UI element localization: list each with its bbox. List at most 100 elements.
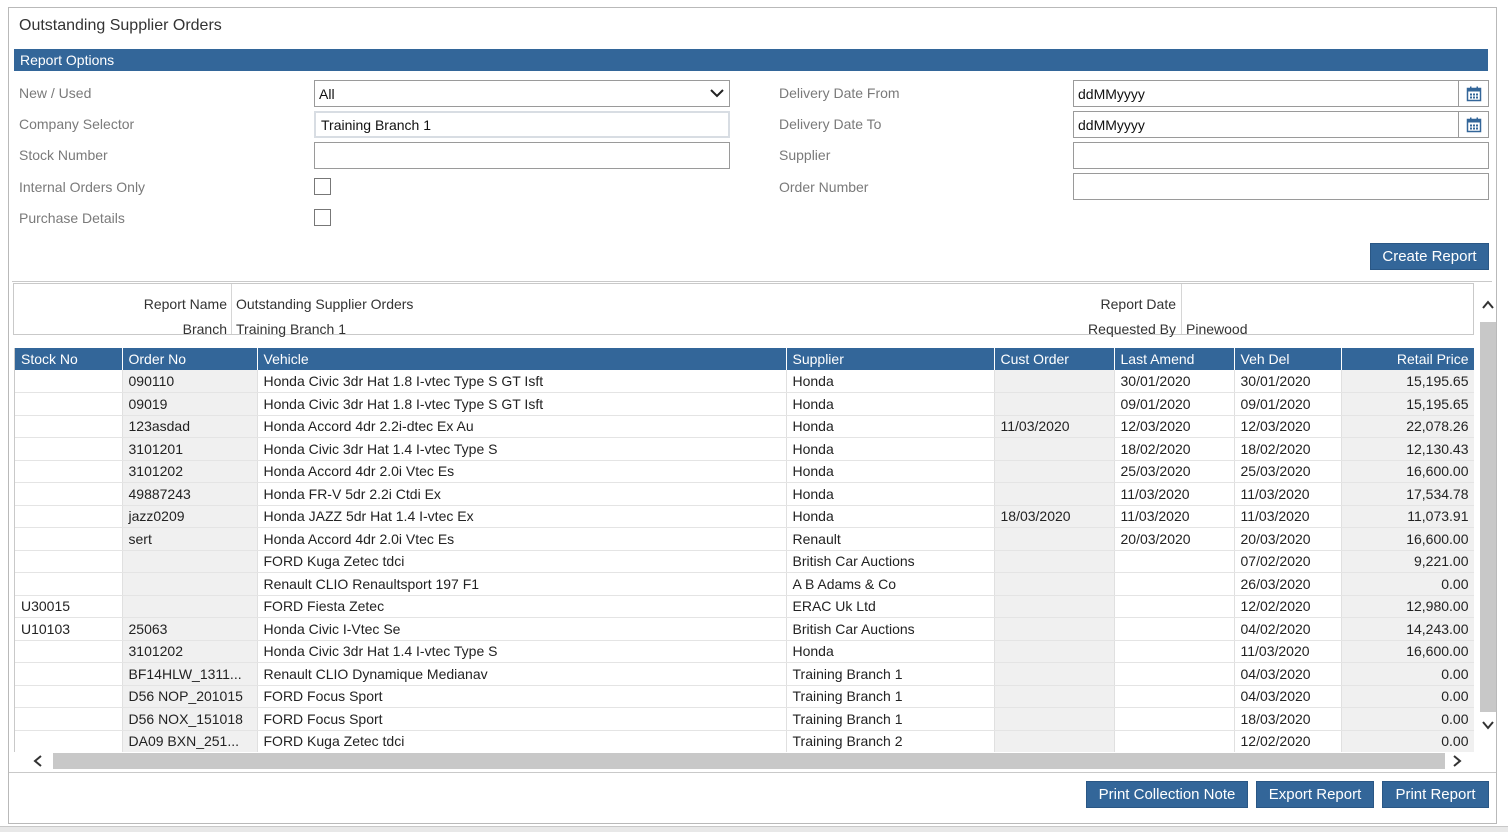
cell-last-amend: 30/01/2020: [1114, 370, 1235, 393]
column-header-cust-order[interactable]: Cust Order: [994, 348, 1115, 370]
scroll-right-icon[interactable]: [1450, 754, 1464, 768]
new-used-label: New / Used: [19, 85, 92, 101]
column-header-retail-price[interactable]: Retail Price: [1341, 348, 1474, 370]
column-header-last-amend[interactable]: Last Amend: [1114, 348, 1235, 370]
cell-last-amend: [1114, 662, 1235, 686]
cell-vehicle: Honda Accord 4dr 2.2i-dtec Ex Au: [257, 415, 787, 438]
cell-order-no: 123asdad: [122, 415, 258, 438]
cell-veh-del: 18/03/2020: [1234, 707, 1342, 731]
cell-veh-del: 30/01/2020: [1234, 370, 1342, 393]
cell-order-no: 09019: [122, 392, 258, 416]
delivery-date-from-input[interactable]: ddMMyyyy: [1073, 80, 1489, 107]
cell-order-no: [122, 595, 258, 618]
cell-cust-order: [994, 527, 1115, 551]
table-row[interactable]: DA09 BXN_251... FORD Kuga Zetec tdci Train…: [15, 730, 1474, 752]
create-report-button[interactable]: Create Report: [1370, 243, 1489, 270]
table-row[interactable]: U10103 25063 Honda Civic I-Vtec Se British …: [15, 617, 1474, 641]
calendar-icon[interactable]: [1458, 112, 1488, 137]
cell-cust-order: [994, 460, 1115, 483]
cell-last-amend: [1114, 685, 1235, 708]
table-row[interactable]: D56 NOP_201015 FORD Focus Sport Training B…: [15, 685, 1474, 708]
cell-supplier: Honda: [786, 505, 995, 528]
column-header-vehicle[interactable]: Vehicle: [257, 348, 787, 370]
cell-supplier: British Car Auctions: [786, 550, 995, 573]
print-collection-note-button[interactable]: Print Collection Note: [1086, 781, 1248, 808]
table-row[interactable]: BF14HLW_1311... Renault CLIO Dynamique Me…: [15, 662, 1474, 686]
cell-supplier: Honda: [786, 370, 995, 393]
cell-cust-order: [994, 572, 1115, 596]
cell-veh-del: 11/03/2020: [1234, 482, 1342, 506]
orders-table-container[interactable]: Stock No Order No Vehicle Supplier Cust …: [14, 348, 1474, 752]
cell-order-no: [122, 550, 258, 573]
table-row[interactable]: sert Honda Accord 4dr 2.0i Vtec Es Renault…: [15, 527, 1474, 551]
table-row[interactable]: jazz0209 Honda JAZZ 5dr Hat 1.4 I-vtec Ex…: [15, 505, 1474, 528]
table-row[interactable]: 49887243 Honda FR-V 5dr 2.2i Ctdi Ex Honda…: [15, 482, 1474, 506]
table-row[interactable]: 3101201 Honda Civic 3dr Hat 1.4 I-vtec Ty…: [15, 437, 1474, 461]
scroll-left-icon[interactable]: [31, 754, 45, 768]
delivery-date-to-value: ddMMyyyy: [1078, 117, 1145, 133]
cell-last-amend: 20/03/2020: [1114, 527, 1235, 551]
cell-order-no: 3101202: [122, 640, 258, 663]
cell-last-amend: 11/03/2020: [1114, 482, 1235, 506]
table-row[interactable]: 3101202 Honda Civic 3dr Hat 1.4 I-vtec Ty…: [15, 640, 1474, 663]
internal-orders-checkbox[interactable]: [314, 178, 331, 195]
cell-stock-no: [15, 437, 123, 461]
cell-last-amend: [1114, 617, 1235, 641]
table-row[interactable]: 123asdad Honda Accord 4dr 2.2i-dtec Ex Au…: [15, 415, 1474, 438]
table-row[interactable]: 09019 Honda Civic 3dr Hat 1.8 I-vtec Type…: [15, 392, 1474, 416]
cell-veh-del: 25/03/2020: [1234, 460, 1342, 483]
cell-vehicle: Honda Accord 4dr 2.0i Vtec Es: [257, 460, 787, 483]
cell-supplier: Training Branch 2: [786, 730, 995, 752]
cell-retail-price: 15,195.65: [1341, 392, 1474, 416]
calendar-icon[interactable]: [1458, 81, 1488, 106]
cell-vehicle: Honda Civic 3dr Hat 1.4 I-vtec Type S: [257, 437, 787, 461]
cell-retail-price: 0.00: [1341, 685, 1474, 708]
supplier-input[interactable]: [1073, 142, 1489, 169]
column-header-stock-no[interactable]: Stock No: [15, 348, 123, 370]
cell-supplier: Honda: [786, 640, 995, 663]
export-report-button[interactable]: Export Report: [1256, 781, 1374, 808]
cell-veh-del: 12/02/2020: [1234, 730, 1342, 752]
cell-stock-no: [15, 392, 123, 416]
column-header-order-no[interactable]: Order No: [122, 348, 258, 370]
vertical-scroll-thumb[interactable]: [1480, 322, 1496, 712]
column-header-supplier[interactable]: Supplier: [786, 348, 995, 370]
company-selector-label: Company Selector: [19, 116, 135, 132]
vertical-scrollbar[interactable]: [1479, 294, 1497, 740]
table-row[interactable]: FORD Kuga Zetec tdci British Car Auctions…: [15, 550, 1474, 573]
cell-order-no: 3101201: [122, 437, 258, 461]
cell-vehicle: Renault CLIO Dynamique Medianav: [257, 662, 787, 686]
horizontal-scroll-thumb[interactable]: [53, 753, 1445, 769]
column-header-veh-del[interactable]: Veh Del: [1234, 348, 1342, 370]
cell-veh-del: 12/03/2020: [1234, 415, 1342, 438]
table-body: 090110 Honda Civic 3dr Hat 1.8 I-vtec Typ…: [15, 370, 1474, 752]
cell-veh-del: 20/03/2020: [1234, 527, 1342, 551]
cell-order-no: BF14HLW_1311...: [122, 662, 258, 686]
table-row[interactable]: D56 NOX_151018 FORD Focus Sport Training B…: [15, 707, 1474, 731]
orders-table: Stock No Order No Vehicle Supplier Cust …: [15, 348, 1474, 752]
table-row[interactable]: 090110 Honda Civic 3dr Hat 1.8 I-vtec Typ…: [15, 370, 1474, 393]
cell-last-amend: 11/03/2020: [1114, 505, 1235, 528]
order-number-input[interactable]: [1073, 173, 1489, 200]
cell-cust-order: [994, 707, 1115, 731]
purchase-details-checkbox[interactable]: [314, 209, 331, 226]
cell-last-amend: [1114, 640, 1235, 663]
cell-cust-order: [994, 617, 1115, 641]
cell-vehicle: Renault CLIO Renaultsport 197 F1: [257, 572, 787, 596]
stock-number-input[interactable]: [314, 142, 730, 169]
new-used-select[interactable]: All: [314, 80, 730, 107]
scroll-up-icon[interactable]: [1481, 298, 1495, 312]
cell-retail-price: 14,243.00: [1341, 617, 1474, 641]
scroll-down-icon[interactable]: [1481, 718, 1495, 732]
table-row[interactable]: Renault CLIO Renaultsport 197 F1 A B Adam…: [15, 572, 1474, 596]
cell-stock-no: [15, 550, 123, 573]
table-row[interactable]: 3101202 Honda Accord 4dr 2.0i Vtec Es Hond…: [15, 460, 1474, 483]
supplier-label: Supplier: [779, 147, 831, 163]
report-window: Outstanding Supplier Orders Report Optio…: [8, 7, 1497, 824]
delivery-date-to-input[interactable]: ddMMyyyy: [1073, 111, 1489, 138]
table-row[interactable]: U30015 FORD Fiesta Zetec ERAC Uk Ltd 12/02/…: [15, 595, 1474, 618]
horizontal-scrollbar[interactable]: [23, 752, 1474, 770]
print-report-button[interactable]: Print Report: [1382, 781, 1489, 808]
company-selector-field[interactable]: Training Branch 1: [314, 111, 730, 138]
cell-cust-order: [994, 685, 1115, 708]
